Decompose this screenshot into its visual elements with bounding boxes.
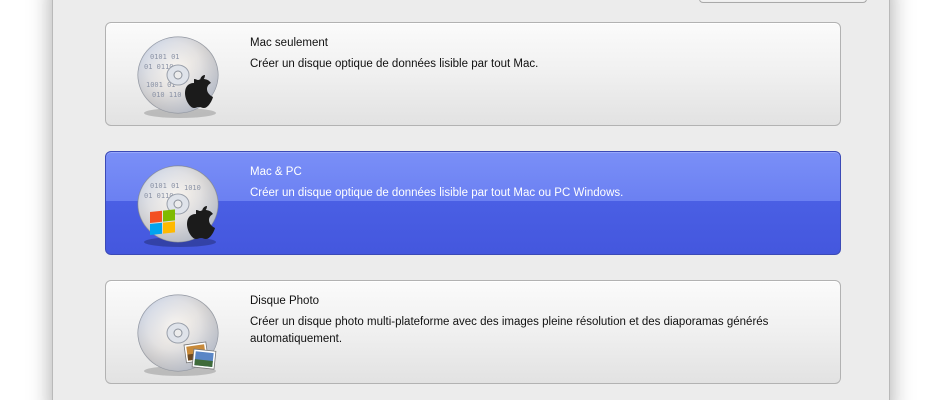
svg-text:0101 01: 0101 01 — [150, 53, 180, 61]
option-title: Mac seulement — [250, 37, 328, 49]
svg-text:010 110: 010 110 — [152, 91, 182, 99]
option-photo-disc[interactable]: Disque Photo Créer un disque photo multi… — [105, 280, 841, 384]
option-mac-pc[interactable]: 0101 01 01 0110 1010 Mac & PC Créer un d… — [105, 151, 841, 255]
svg-text:0101 01: 0101 01 — [150, 182, 180, 190]
option-description: Créer un disque optique de données lisib… — [250, 187, 624, 199]
svg-text:1010: 1010 — [184, 184, 201, 192]
top-button-edge[interactable] — [699, 0, 867, 3]
photo-disc-icon — [128, 289, 228, 379]
disc-type-window: 0101 01 01 0110 1001 01 010 110 Mac seul… — [52, 0, 890, 400]
option-description: Créer un disque photo multi-plateforme a… — [250, 316, 769, 345]
data-disc-mac-pc-icon: 0101 01 01 0110 1010 — [128, 160, 228, 250]
screenshot: 0101 01 01 0110 1001 01 010 110 Mac seul… — [0, 0, 940, 400]
option-description: Créer un disque optique de données lisib… — [250, 58, 539, 70]
option-mac-only[interactable]: 0101 01 01 0110 1001 01 010 110 Mac seul… — [105, 22, 841, 126]
option-title: Mac & PC — [250, 166, 302, 178]
data-disc-apple-icon: 0101 01 01 0110 1001 01 010 110 — [128, 31, 228, 121]
option-title: Disque Photo — [250, 295, 320, 307]
